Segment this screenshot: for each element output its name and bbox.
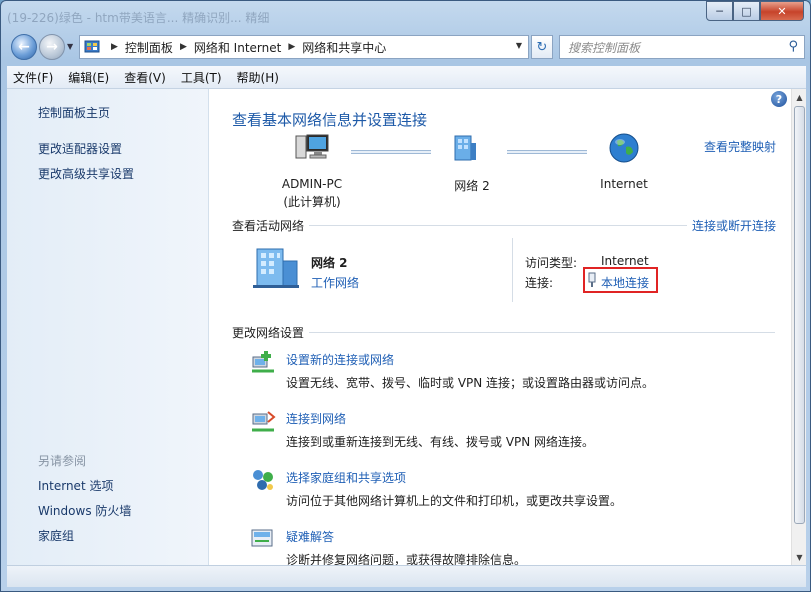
close-button[interactable]: ✕	[760, 1, 804, 21]
back-button[interactable]: ←	[11, 34, 37, 60]
window-title: (19-226)绿色 - htm带美语言... 精确识别... 精细	[7, 11, 270, 25]
sidebar-control-panel-home[interactable]: 控制面板主页	[38, 104, 110, 121]
main-panel: ? 查看基本网络信息并设置连接 查看完整映射 ADMIN-PC (此计算机) 网…	[209, 89, 791, 567]
sidebar: 控制面板主页 更改适配器设置 更改高级共享设置 另请参阅 Internet 选项…	[7, 89, 209, 565]
menu-edit[interactable]: 编辑(E)	[68, 69, 109, 86]
network-icon	[454, 135, 476, 161]
page-title: 查看基本网络信息并设置连接	[232, 111, 428, 129]
menu-bar: 文件(F) 编辑(E) 查看(V) 工具(T) 帮助(H)	[7, 66, 806, 89]
divider	[309, 332, 775, 333]
content-area: 控制面板主页 更改适配器设置 更改高级共享设置 另请参阅 Internet 选项…	[7, 89, 806, 567]
refresh-button[interactable]: ↻	[531, 35, 553, 59]
status-bar	[7, 565, 806, 587]
breadcrumb-network-internet[interactable]: 网络和 Internet	[194, 39, 281, 56]
window-controls: ─ □ ✕	[706, 1, 804, 21]
active-network-name: 网络 2	[311, 256, 348, 270]
scroll-thumb[interactable]	[794, 106, 805, 524]
search-icon[interactable]: ⚲	[788, 39, 798, 54]
task-connect-network-link[interactable]: 连接到网络	[286, 410, 346, 427]
search-placeholder: 搜索控制面板	[568, 40, 641, 55]
map-internet: Internet	[600, 177, 648, 191]
recent-pages-dropdown-icon[interactable]: ▼	[67, 42, 73, 51]
task-homegroup-desc: 访问位于其他网络计算机上的文件和打印机，或更改共享设置。	[286, 494, 623, 508]
map-pc-name: ADMIN-PC	[281, 177, 343, 191]
network-type-link[interactable]: 工作网络	[311, 274, 359, 291]
maximize-button[interactable]: □	[733, 1, 760, 21]
menu-file[interactable]: 文件(F)	[13, 69, 53, 86]
breadcrumb-sep-icon[interactable]: ▶	[173, 42, 194, 52]
search-input[interactable]: 搜索控制面板 ⚲	[559, 35, 805, 59]
window: (19-226)绿色 - htm带美语言... 精确识别... 精细 ─ □ ✕…	[0, 0, 811, 592]
breadcrumb-sep-icon[interactable]: ▶	[281, 42, 302, 52]
computer-icon	[295, 134, 329, 159]
scroll-up-icon[interactable]: ▲	[792, 89, 807, 105]
breadcrumb-sep-icon[interactable]: ▶	[104, 42, 125, 52]
address-dropdown-icon[interactable]: ▼	[516, 41, 522, 50]
access-type-label: 访问类型:	[525, 256, 578, 270]
sidebar-windows-firewall[interactable]: Windows 防火墙	[38, 502, 131, 519]
breadcrumb-network-sharing-center[interactable]: 网络和共享中心	[302, 39, 386, 56]
task-setup-connection-link[interactable]: 设置新的连接或网络	[286, 351, 394, 368]
sidebar-homegroup[interactable]: 家庭组	[38, 527, 74, 544]
map-pc-sub: (此计算机)	[283, 195, 341, 209]
sidebar-internet-options[interactable]: Internet 选项	[38, 477, 113, 494]
troubleshoot-icon	[251, 529, 273, 547]
map-link-line	[507, 150, 587, 154]
change-settings-title: 更改网络设置	[232, 326, 305, 340]
menu-tools[interactable]: 工具(T)	[181, 69, 222, 86]
task-homegroup-link[interactable]: 选择家庭组和共享选项	[286, 469, 406, 486]
minimize-button[interactable]: ─	[706, 1, 733, 21]
vertical-divider	[512, 238, 513, 302]
help-icon[interactable]: ?	[771, 91, 787, 107]
scroll-down-icon[interactable]: ▼	[792, 549, 807, 565]
see-also-heading: 另请参阅	[38, 454, 87, 468]
task-setup-connection-desc: 设置无线、宽带、拨号、临时或 VPN 连接；或设置路由器或访问点。	[286, 376, 655, 390]
new-connection-icon	[252, 351, 274, 373]
connect-disconnect-link[interactable]: 连接或断开连接	[692, 217, 776, 234]
address-bar[interactable]: ▶ 控制面板 ▶ 网络和 Internet ▶ 网络和共享中心 ▼	[79, 35, 529, 59]
access-type-value: Internet	[601, 254, 649, 268]
sidebar-change-adapter-settings[interactable]: 更改适配器设置	[38, 140, 122, 157]
internet-globe-icon	[609, 133, 639, 163]
menu-view[interactable]: 查看(V)	[124, 69, 166, 86]
task-connect-network-desc: 连接到或重新连接到无线、有线、拨号或 VPN 网络连接。	[286, 435, 595, 449]
title-bar: (19-226)绿色 - htm带美语言... 精确识别... 精细 ─ □ ✕	[1, 1, 810, 29]
forward-button[interactable]: →	[39, 34, 65, 60]
map-link-line	[351, 150, 431, 154]
view-full-map-link[interactable]: 查看完整映射	[704, 138, 776, 155]
divider	[309, 225, 687, 226]
navigation-bar: ← → ▼ ▶ 控制面板 ▶ 网络和 Internet ▶ 网络和共享中心 ▼ …	[7, 32, 806, 62]
work-network-icon	[253, 248, 299, 288]
vertical-scrollbar[interactable]: ▲ ▼	[791, 89, 806, 565]
control-panel-icon	[84, 40, 100, 53]
sidebar-change-advanced-sharing[interactable]: 更改高级共享设置	[38, 165, 134, 182]
active-networks-title: 查看活动网络	[232, 219, 305, 233]
connection-label: 连接:	[525, 276, 554, 290]
connect-network-icon	[252, 411, 276, 432]
homegroup-icon	[253, 470, 273, 490]
menu-help[interactable]: 帮助(H)	[237, 69, 279, 86]
breadcrumb-control-panel[interactable]: 控制面板	[125, 39, 173, 56]
local-connection-link[interactable]: 本地连接	[601, 274, 649, 291]
task-troubleshoot-link[interactable]: 疑难解答	[286, 528, 334, 545]
local-connection-icon	[588, 272, 596, 287]
map-network-name: 网络 2	[454, 179, 490, 193]
